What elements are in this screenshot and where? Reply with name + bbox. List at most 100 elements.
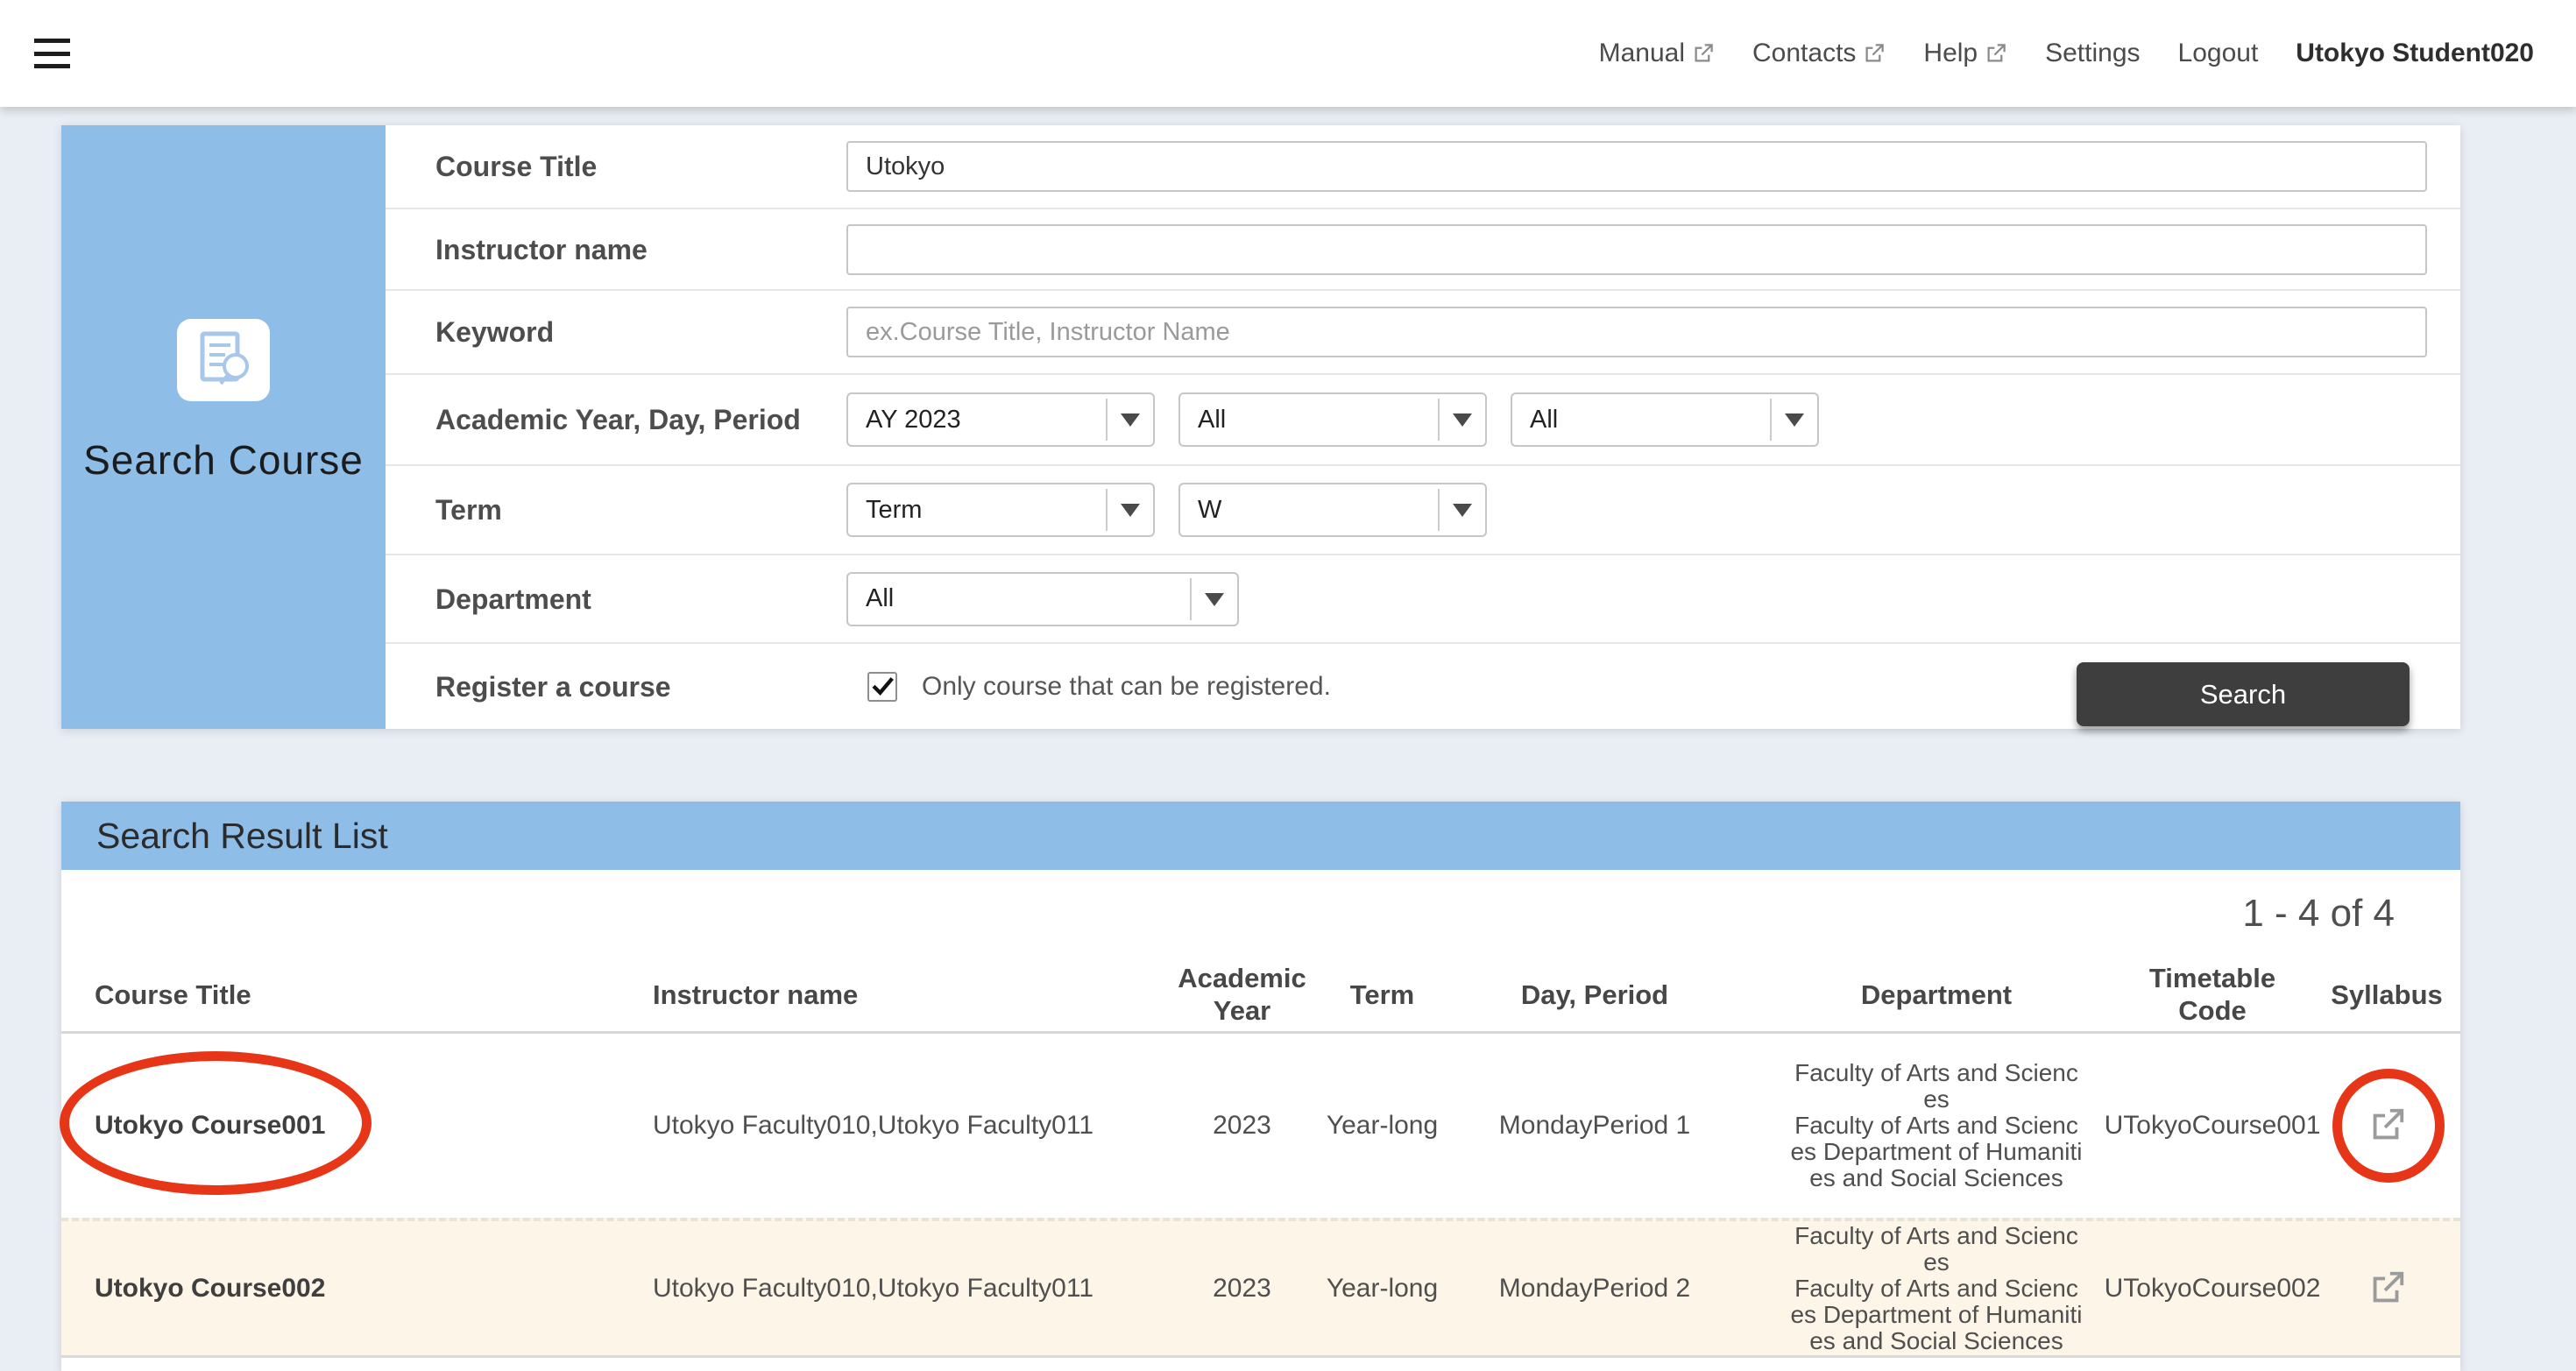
select-divider <box>1190 578 1192 620</box>
cell-timetable-code: UTokyoCourse002 <box>2112 1221 2313 1355</box>
period-value: All <box>1530 406 1558 435</box>
nav-logout-label: Logout <box>2178 39 2259 68</box>
nav-logout[interactable]: Logout <box>2178 39 2259 68</box>
chevron-down-icon <box>1205 593 1224 606</box>
select-divider <box>1770 399 1772 441</box>
top-nav: Manual Contacts Help Settings <box>1599 39 2576 68</box>
term-type-select[interactable]: Term <box>846 483 1155 537</box>
department-value: All <box>866 584 894 613</box>
panel-title: Search Course <box>83 436 364 484</box>
ay-day-period-label: Academic Year, Day, Period <box>386 402 846 437</box>
table-row: Utokyo Course001 Utokyo Faculty010,Utoky… <box>61 1034 2460 1218</box>
form-row-term: Term Term W <box>386 464 2460 554</box>
cell-academic-year: 2023 <box>1148 1034 1336 1218</box>
term-value: W <box>1198 496 1221 525</box>
search-course-icon <box>177 319 270 401</box>
form-row-keyword: Keyword <box>386 289 2460 373</box>
external-link-icon <box>2367 1269 2407 1309</box>
select-divider <box>1438 489 1440 531</box>
chevron-down-icon <box>1785 413 1804 427</box>
chevron-down-icon <box>1121 504 1140 517</box>
register-note: Only course that can be registered. <box>922 672 1331 702</box>
chevron-down-icon <box>1121 413 1140 427</box>
cell-timetable-code: UTokyoCourse001 <box>2112 1034 2313 1218</box>
cell-day-period: MondayPeriod 2 <box>1428 1221 1761 1355</box>
form-row-register: Register a course Only course that can b… <box>386 642 2460 729</box>
nav-help[interactable]: Help <box>1923 39 2007 68</box>
chevron-down-icon <box>1453 413 1472 427</box>
form-row-ay-day-period: Academic Year, Day, Period AY 2023 All A… <box>386 373 2460 464</box>
day-value: All <box>1198 406 1226 435</box>
term-value-select[interactable]: W <box>1178 483 1487 537</box>
cell-instructor-name: Utokyo Faculty010,Utokyo Faculty011 <box>622 1034 1148 1218</box>
nav-manual[interactable]: Manual <box>1599 39 1715 68</box>
register-checkbox[interactable] <box>867 672 897 702</box>
department-label: Department <box>386 582 846 617</box>
cell-term: Year-long <box>1336 1034 1428 1218</box>
department-select[interactable]: All <box>846 572 1239 626</box>
results-title: Search Result List <box>96 816 388 857</box>
academic-year-value: AY 2023 <box>866 406 961 435</box>
select-divider <box>1106 399 1108 441</box>
syllabus-link[interactable] <box>2313 1221 2460 1355</box>
col-term: Term <box>1336 958 1428 1031</box>
external-link-icon <box>1984 42 2007 66</box>
external-link-icon <box>1862 42 1886 66</box>
search-course-side-panel: Search Course <box>61 125 386 729</box>
cell-day-period: MondayPeriod 1 <box>1428 1034 1761 1218</box>
form-row-department: Department All <box>386 554 2460 642</box>
cell-instructor-name: Utokyo Faculty010,Utokyo Faculty011 <box>622 1221 1148 1355</box>
day-select[interactable]: All <box>1178 392 1487 447</box>
form-row-course-title: Course Title <box>386 125 2460 208</box>
cell-department: Faculty of Arts and Scienc es Faculty of… <box>1761 1034 2112 1218</box>
nav-settings[interactable]: Settings <box>2045 39 2140 68</box>
check-icon <box>869 672 895 698</box>
nav-contacts[interactable]: Contacts <box>1752 39 1886 68</box>
document-search-icon <box>190 329 257 391</box>
external-link-icon <box>2367 1106 2407 1146</box>
register-course-label: Register a course <box>386 669 846 704</box>
course-title-label: Course Title <box>386 149 846 184</box>
col-course-title: Course Title <box>61 958 622 1031</box>
search-form: Course Title Instructor name Keyword Aca… <box>386 125 2460 729</box>
top-bar: Manual Contacts Help Settings <box>0 0 2576 107</box>
current-user: Utokyo Student020 <box>2296 39 2534 68</box>
nav-contacts-label: Contacts <box>1752 39 1856 68</box>
col-timetable-code: Timetable Code <box>2112 958 2313 1031</box>
select-divider <box>1438 399 1440 441</box>
course-title-input[interactable] <box>846 141 2427 192</box>
col-academic-year: Academic Year <box>1148 958 1336 1031</box>
results-table-header: Course Title Instructor name Academic Ye… <box>61 958 2460 1034</box>
cell-course-title[interactable]: Utokyo Course001 <box>61 1034 622 1218</box>
period-select[interactable]: All <box>1511 392 1819 447</box>
external-link-icon <box>1691 42 1715 66</box>
cell-academic-year: 2023 <box>1148 1221 1336 1355</box>
results-header: Search Result List <box>61 802 2460 870</box>
col-department: Department <box>1761 958 2112 1031</box>
nav-manual-label: Manual <box>1599 39 1685 68</box>
term-type-value: Term <box>866 496 922 525</box>
instructor-name-input[interactable] <box>846 224 2427 275</box>
cell-department: Faculty of Arts and Scienc es Faculty of… <box>1761 1221 2112 1355</box>
menu-button[interactable] <box>34 39 70 68</box>
pagination-count: 1 - 4 of 4 <box>2242 892 2395 936</box>
search-course-panel: Search Course Course Title Instructor na… <box>61 125 2460 729</box>
search-result-panel: Search Result List 1 - 4 of 4 Course Tit… <box>61 802 2460 1371</box>
form-row-instructor: Instructor name <box>386 208 2460 289</box>
cell-term: Year-long <box>1336 1221 1428 1355</box>
nav-help-label: Help <box>1923 39 1978 68</box>
search-button[interactable]: Search <box>2077 662 2410 726</box>
table-row: Utokyo Course002 Utokyo Faculty010,Utoky… <box>61 1218 2460 1358</box>
chevron-down-icon <box>1453 504 1472 517</box>
keyword-label: Keyword <box>386 314 846 350</box>
academic-year-select[interactable]: AY 2023 <box>846 392 1155 447</box>
col-day-period: Day, Period <box>1428 958 1761 1031</box>
page: Manual Contacts Help Settings <box>0 0 2576 1371</box>
syllabus-link[interactable] <box>2313 1034 2460 1218</box>
keyword-input[interactable] <box>846 307 2427 357</box>
col-instructor-name: Instructor name <box>622 958 1148 1031</box>
select-divider <box>1106 489 1108 531</box>
instructor-name-label: Instructor name <box>386 232 846 267</box>
col-syllabus: Syllabus <box>2313 958 2460 1031</box>
cell-course-title[interactable]: Utokyo Course002 <box>61 1221 622 1355</box>
